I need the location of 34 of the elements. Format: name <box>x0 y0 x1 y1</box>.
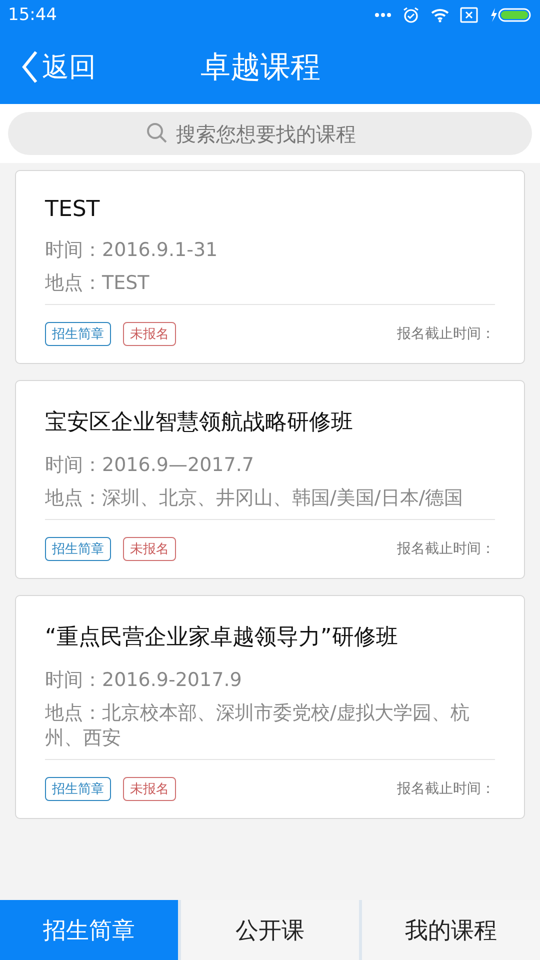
course-tag: 未报名 <box>123 322 176 346</box>
course-title: “重点民营企业家卓越领导力”研修班 <box>45 624 399 652</box>
page-title: 卓越课程 <box>200 48 320 86</box>
alarm-icon <box>402 6 420 24</box>
course-card[interactable]: 宝安区企业智慧领航战略研修班 时间：2016.9—2017.7 地点：深圳、北京、井冈山、韩国/美国/日本/德国 招生简章 未报名 报名截止时间： <box>15 380 525 579</box>
bottom-tab[interactable]: 公开课 <box>181 900 359 960</box>
bottom-tab[interactable]: 招生简章 <box>0 900 178 960</box>
more-icon <box>374 12 392 18</box>
course-tag: 招生简章 <box>45 322 111 346</box>
course-tag: 未报名 <box>123 777 176 801</box>
bottom-tab[interactable]: 我的课程 <box>362 900 540 960</box>
deadline-label: 报名截止时间： <box>397 540 495 558</box>
course-time: 时间：2016.9.1-31 <box>45 238 219 263</box>
status-time: 15:44 <box>8 5 57 25</box>
course-card[interactable]: TEST 时间：2016.9.1-31 地点：TEST 招生简章 未报名 报名截止时间： <box>15 170 525 364</box>
course-tag: 招生简章 <box>45 777 111 801</box>
deadline-label: 报名截止时间： <box>397 780 495 798</box>
course-time: 时间：2016.9—2017.7 <box>45 453 255 478</box>
course-card[interactable]: “重点民营企业家卓越领导力”研修班 时间：2016.9-2017.9 地点：北京校本部、深圳市委党校/虚拟大学园、杭州、西安 招生简章 未报名 报名截止时间： <box>15 595 525 819</box>
search-field[interactable]: 搜索您想要找的课程 <box>8 112 532 155</box>
back-button[interactable]: 返回 <box>0 49 96 85</box>
deadline-label: 报名截止时间： <box>397 325 495 343</box>
course-location: 地点：TEST <box>45 271 150 296</box>
course-tag: 未报名 <box>123 537 176 561</box>
wifi-icon <box>430 7 450 23</box>
sim-icon <box>460 7 478 23</box>
course-tag: 招生简章 <box>45 537 111 561</box>
course-title: TEST <box>45 197 101 222</box>
search-icon <box>146 122 168 144</box>
course-title: 宝安区企业智慧领航战略研修班 <box>45 409 354 437</box>
course-location: 地点：北京校本部、深圳市委党校/虚拟大学园、杭州、西安 <box>45 701 470 751</box>
battery-icon <box>488 7 532 23</box>
course-time: 时间：2016.9-2017.9 <box>45 668 243 693</box>
course-location: 地点：深圳、北京、井冈山、韩国/美国/日本/德国 <box>45 486 464 511</box>
